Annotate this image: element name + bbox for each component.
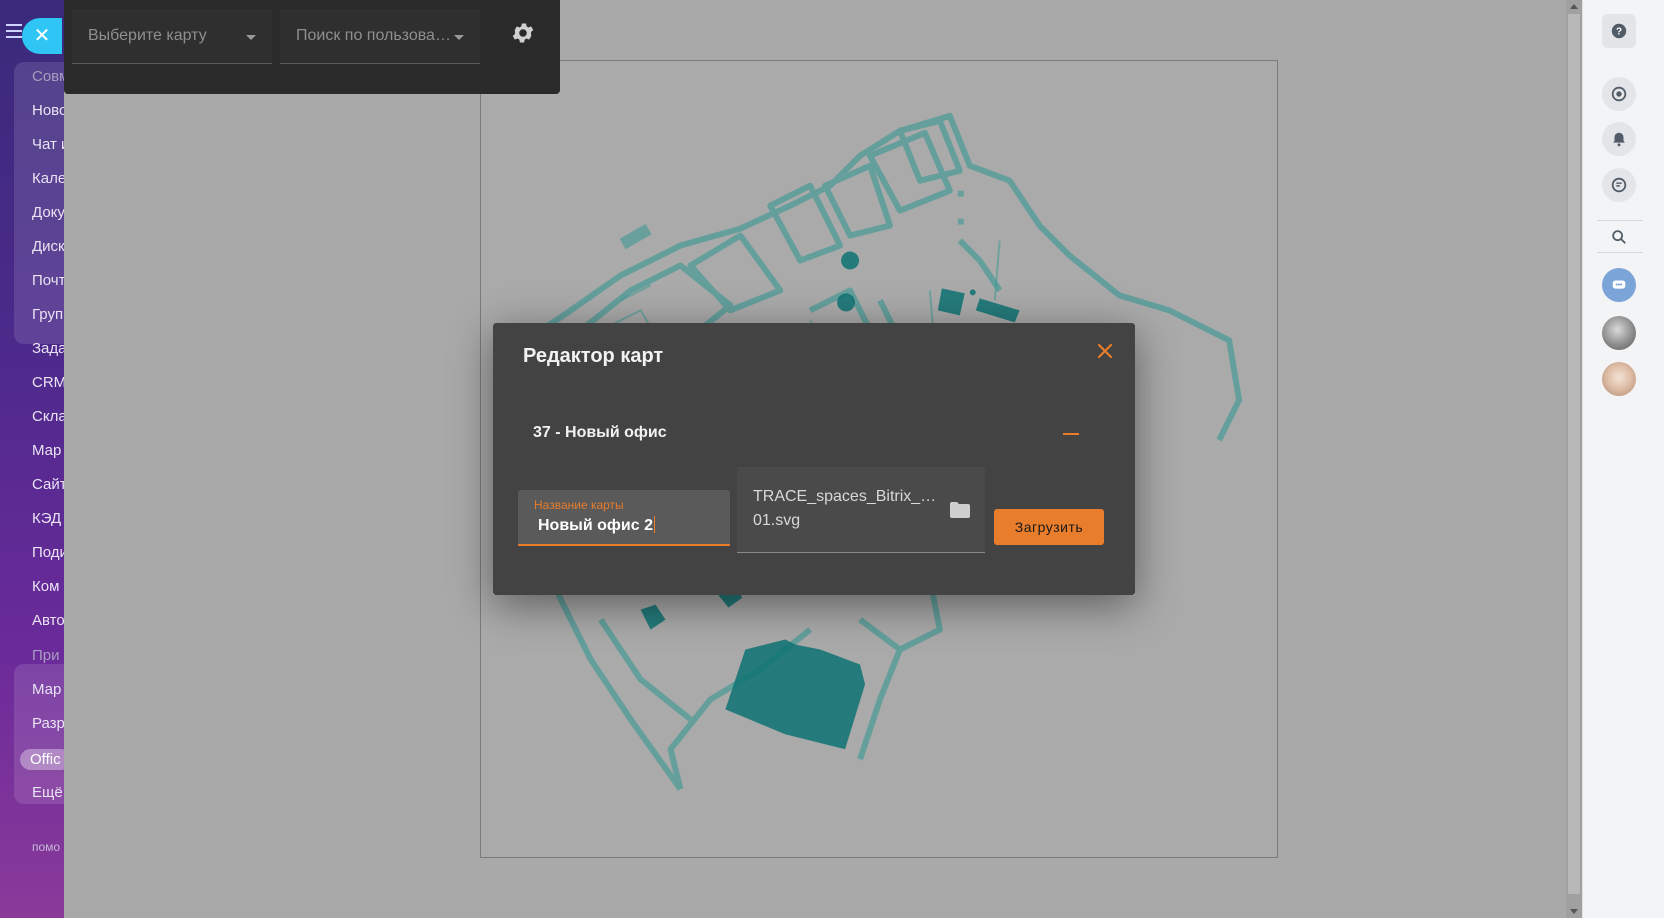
upload-button[interactable]: Загрузить (994, 509, 1104, 545)
bell-icon[interactable] (1602, 122, 1636, 156)
search-icon[interactable] (1602, 220, 1636, 254)
map-name-field[interactable]: Название карты Новый офис 2 (518, 490, 730, 546)
sidebar-item[interactable]: Скла (32, 408, 64, 425)
sidebar-item[interactable]: помо (32, 840, 60, 854)
sidebar-item[interactable]: Доку (32, 204, 64, 221)
map-name-label: Название карты (534, 498, 624, 512)
sync-icon[interactable] (1602, 77, 1636, 111)
chat-icon[interactable] (1602, 168, 1636, 202)
sidebar-item[interactable]: Ещё (32, 784, 63, 801)
scrollbar[interactable] (1566, 0, 1582, 918)
sidebar-item[interactable]: Чат и (32, 136, 64, 153)
sidebar-item[interactable]: Ново (32, 102, 64, 119)
sidebar-item[interactable]: Мар (32, 442, 61, 459)
menu-icon[interactable] (6, 24, 22, 38)
sidebar-item[interactable]: Поди (32, 544, 64, 561)
sidebar-item[interactable]: Зада (32, 340, 64, 357)
map-name-value[interactable]: Новый офис 2 (538, 517, 653, 534)
scroll-down-icon[interactable] (1570, 909, 1578, 914)
text-caret (653, 516, 655, 533)
sidebar-item[interactable]: Мар (32, 681, 61, 698)
gear-icon[interactable] (510, 20, 536, 46)
avatar[interactable] (1602, 362, 1636, 396)
map-toolbar: Выберите карту Поиск по пользова… (64, 0, 560, 94)
sidebar-item[interactable]: Кале (32, 170, 64, 187)
file-picker[interactable]: TRACE_spaces_Bitrix_…01.svg (737, 467, 985, 553)
sidebar-item[interactable]: Груп (32, 306, 63, 323)
chevron-down-icon (454, 35, 464, 40)
sidebar-item[interactable]: При (32, 647, 60, 664)
sidebar-item[interactable]: Диск (32, 238, 64, 255)
file-name: TRACE_spaces_Bitrix_…01.svg (753, 488, 937, 529)
svg-text:?: ? (1616, 27, 1622, 38)
group-chat-icon[interactable] (1602, 268, 1636, 302)
user-search-placeholder: Поиск по пользова… (296, 27, 451, 44)
left-sidebar: ✕ Совм Ново Чат и Кале Доку Диск Почт Груп Зада C… (0, 0, 64, 918)
avatar[interactable] (1602, 316, 1636, 350)
map-select-placeholder: Выберите карту (88, 27, 207, 44)
sidebar-item[interactable]: Ком (32, 578, 59, 595)
map-row-label[interactable]: 37 - Новый офис (533, 424, 667, 442)
sidebar-item[interactable]: Offic (20, 749, 64, 770)
sidebar-item[interactable]: КЭД (32, 510, 61, 527)
dialog-title: Редактор карт (523, 345, 664, 367)
sidebar-item[interactable]: Совм (32, 68, 64, 85)
sidebar-item[interactable]: Сайт (32, 476, 64, 493)
sidebar-item[interactable]: Почт (32, 272, 64, 289)
chevron-down-icon (246, 35, 256, 40)
close-menu-button[interactable]: ✕ (22, 18, 62, 54)
close-icon[interactable] (1095, 341, 1115, 361)
user-search-select[interactable]: Поиск по пользова… (280, 9, 480, 64)
sidebar-item[interactable]: Авто (32, 612, 64, 629)
divider (1597, 252, 1643, 253)
sidebar-item[interactable]: Разр (32, 715, 64, 732)
sidebar-item[interactable]: CRM (32, 374, 64, 391)
scrollbar-thumb[interactable] (1568, 14, 1580, 894)
scroll-up-icon[interactable] (1570, 4, 1578, 9)
collapse-icon[interactable] (1063, 433, 1079, 435)
help-icon[interactable]: ? (1602, 14, 1636, 48)
folder-icon[interactable] (949, 501, 971, 519)
map-select[interactable]: Выберите карту (72, 9, 272, 64)
right-panel: ? (1582, 0, 1664, 918)
map-name-input: Новый офис 2 (538, 516, 655, 535)
map-editor-dialog: Редактор карт 37 - Новый офис Название к… (493, 323, 1135, 595)
